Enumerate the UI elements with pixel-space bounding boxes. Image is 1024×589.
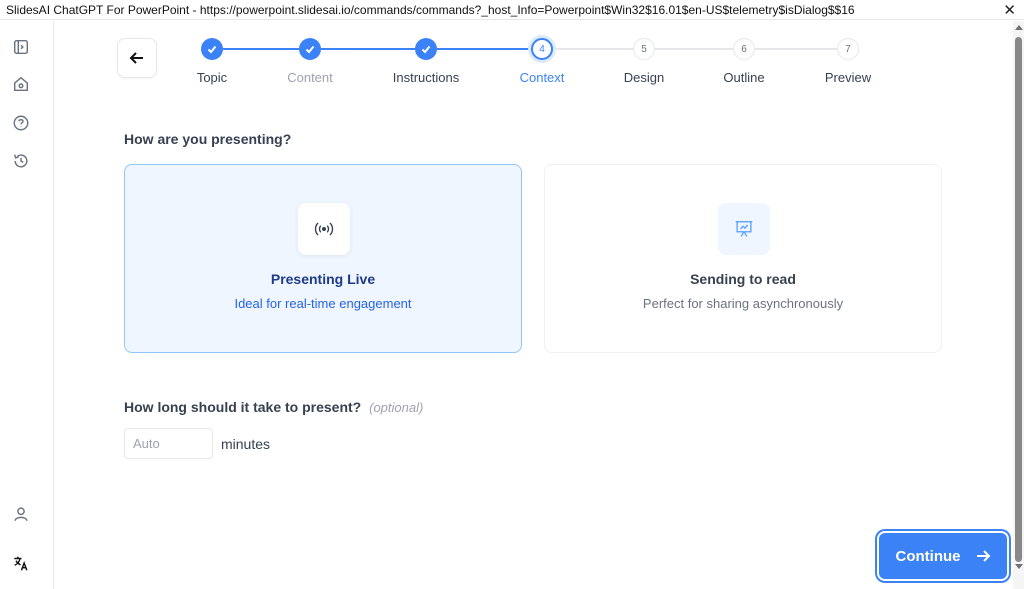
step-design-circle[interactable]: 5 <box>633 38 655 60</box>
step-connector <box>437 48 529 50</box>
progress-stepper: 4 5 6 7 Topic Content Instructions Conte… <box>55 38 1013 98</box>
step-context-circle[interactable]: 4 <box>531 38 553 60</box>
step-preview-circle[interactable]: 7 <box>837 38 859 60</box>
main-panel: 4 5 6 7 Topic Content Instructions Conte… <box>55 21 1013 589</box>
window-titlebar: SlidesAI ChatGPT For PowerPoint - https:… <box>0 0 1024 20</box>
optional-label: (optional) <box>369 400 424 415</box>
scroll-down-icon[interactable] <box>1015 564 1023 569</box>
option-presenting-live[interactable]: Presenting Live Ideal for real-time enga… <box>124 164 522 353</box>
option-subtitle: Perfect for sharing asynchronously <box>642 296 844 311</box>
duration-question-text: How long should it take to present? <box>124 399 362 415</box>
option-sending-to-read[interactable]: Sending to read Perfect for sharing asyn… <box>544 164 942 353</box>
scroll-thumb[interactable] <box>1015 37 1022 562</box>
continue-button[interactable]: Continue <box>879 533 1007 579</box>
step-connector <box>321 48 415 50</box>
sidebar-toggle-icon[interactable] <box>11 37 31 57</box>
step-outline-circle[interactable]: 6 <box>733 38 755 60</box>
window-title: SlidesAI ChatGPT For PowerPoint - https:… <box>6 2 855 17</box>
step-instructions-label[interactable]: Instructions <box>393 70 459 85</box>
option-title: Presenting Live <box>270 271 376 287</box>
step-content-label[interactable]: Content <box>287 70 333 85</box>
step-connector <box>655 48 733 50</box>
step-outline-label[interactable]: Outline <box>723 70 764 85</box>
step-instructions-circle[interactable] <box>415 38 437 60</box>
scrollbar[interactable] <box>1013 21 1024 589</box>
presenting-question: How are you presenting? <box>124 131 292 147</box>
scroll-up-icon[interactable] <box>1015 25 1023 30</box>
continue-label: Continue <box>895 547 961 565</box>
presentation-chart-icon <box>718 203 770 255</box>
option-title: Sending to read <box>690 271 796 287</box>
duration-input[interactable] <box>124 428 213 459</box>
broadcast-icon <box>298 203 350 255</box>
check-icon <box>421 45 431 54</box>
minutes-label: minutes <box>221 436 271 452</box>
translate-icon[interactable] <box>11 553 31 573</box>
step-topic-circle[interactable] <box>201 38 223 60</box>
step-connector <box>223 48 299 50</box>
option-subtitle: Ideal for real-time engagement <box>234 296 412 311</box>
close-icon[interactable]: ✕ <box>1003 1 1016 19</box>
step-connector <box>553 48 633 50</box>
step-context-label[interactable]: Context <box>520 70 565 85</box>
history-icon[interactable] <box>11 151 31 171</box>
check-icon <box>207 45 217 54</box>
arrow-right-icon <box>976 550 990 562</box>
help-icon[interactable] <box>11 113 31 133</box>
sidebar <box>0 21 54 589</box>
step-content-circle[interactable] <box>299 38 321 60</box>
step-topic-label[interactable]: Topic <box>197 70 227 85</box>
home-icon[interactable] <box>11 74 31 94</box>
check-icon <box>305 45 315 54</box>
duration-question: How long should it take to present? (opt… <box>124 399 423 415</box>
step-preview-label[interactable]: Preview <box>825 70 871 85</box>
step-connector <box>755 48 837 50</box>
user-icon[interactable] <box>11 504 31 524</box>
step-design-label[interactable]: Design <box>624 70 664 85</box>
